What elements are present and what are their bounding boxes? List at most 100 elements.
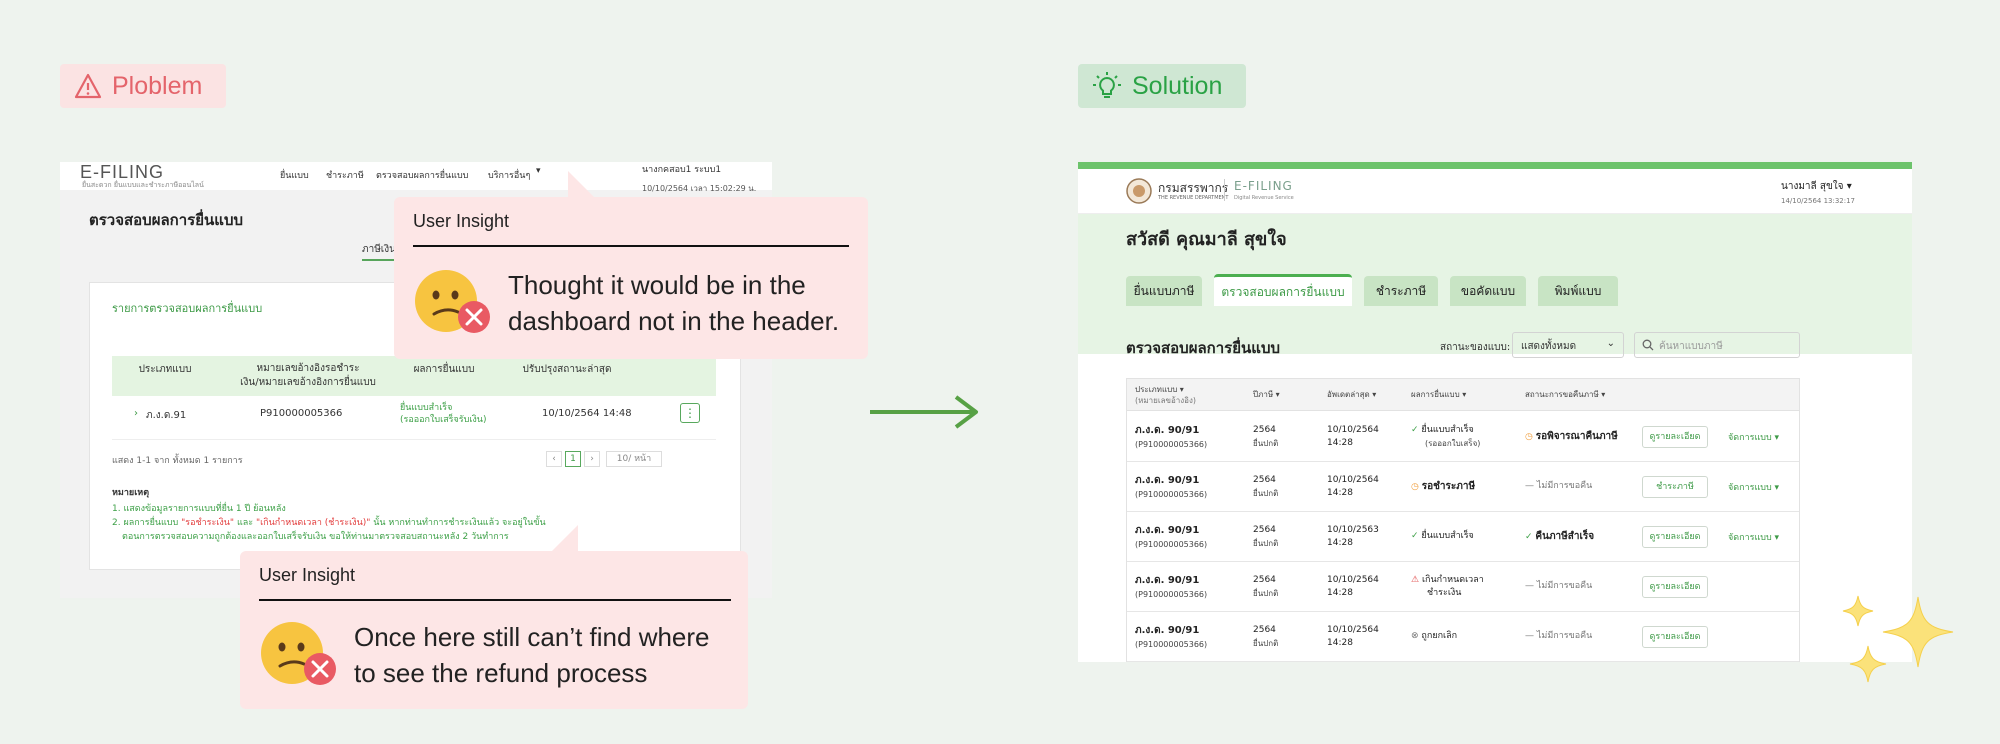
row-time: 14:28 xyxy=(1327,538,1353,548)
col-last-updated[interactable]: อัพเดตล่าสุด ▾ xyxy=(1327,389,1376,400)
old-user-name[interactable]: นางกคสอบ1 ระบบ1 xyxy=(642,162,721,176)
check-icon: ✓ xyxy=(1411,531,1419,541)
row-date: 10/10/2564 xyxy=(1327,475,1379,485)
row-year-value: 2564 xyxy=(1253,625,1276,635)
solution-tag: Solution xyxy=(1078,64,1246,108)
old-nav-check[interactable]: ตรวจสอบผลการยื่นแบบ xyxy=(376,168,468,182)
table-row[interactable]: ภ.ง.ด. 90/91 (P910000005366) 2564 ยื่นปกติ… xyxy=(1127,562,1799,612)
sparkle-icon xyxy=(1842,595,1954,683)
confused-face-icon xyxy=(261,622,336,685)
manage-form-dropdown[interactable]: จัดการแบบ ▾ xyxy=(1728,480,1779,494)
row-year-value: 2564 xyxy=(1253,425,1276,435)
tab-print-form[interactable]: พิมพ์แบบ xyxy=(1538,276,1618,306)
user-name[interactable]: นางมาลี สุขใจ ▾ xyxy=(1781,179,1852,194)
kebab-menu-icon[interactable]: ⋮ xyxy=(680,403,700,423)
user-name-text: นางมาลี สุขใจ xyxy=(1781,181,1844,192)
expand-chevron-icon[interactable]: › xyxy=(134,408,138,419)
col-filing-result[interactable]: ผลการยื่นแบบ ▾ xyxy=(1411,389,1466,400)
row-updated: 10/10/2564 14:28 xyxy=(1327,624,1379,650)
old-nav-file[interactable]: ยื่นแบบ xyxy=(280,168,309,182)
row-year: 2564 ยื่นปกติ xyxy=(1253,574,1278,601)
row-result-text: ยื่นแบบสำเร็จ xyxy=(1421,425,1474,435)
col-tax-year[interactable]: ปีภาษี ▾ xyxy=(1253,389,1280,400)
row-filing-type: ยื่นปกติ xyxy=(1253,489,1279,498)
old-note-2: 2. ผลการยื่นแบบ "รอชำระเงิน" และ "เกินกำ… xyxy=(112,515,546,529)
manage-form-dropdown[interactable]: จัดการแบบ ▾ xyxy=(1728,530,1779,544)
old-row-result-text: ยื่นแบบสำเร็จ xyxy=(400,403,453,413)
old-note-2c: และ xyxy=(234,518,256,528)
table-row[interactable]: ภ.ง.ด. 90/91 (P910000005366) 2564 ยื่นปกติ… xyxy=(1127,412,1799,462)
row-result-text: ยื่นแบบสำเร็จ xyxy=(1421,531,1474,541)
row-year: 2564 ยื่นปกติ xyxy=(1253,624,1278,651)
view-details-button[interactable]: ดูรายละเอียด xyxy=(1642,626,1708,648)
row-date: 10/10/2563 xyxy=(1327,525,1379,535)
old-table-header: ประเภทแบบ หมายเลขอ้างอิงรอชำระ เงิน/หมาย… xyxy=(112,356,716,396)
callout-tail xyxy=(568,171,594,197)
view-details-button[interactable]: ดูรายละเอียด xyxy=(1642,526,1708,548)
row-form: ภ.ง.ด. 90/91 (P910000005366) xyxy=(1135,474,1207,502)
old-datetime: 10/10/2564 เวลา 15:02:29 น. xyxy=(642,184,757,193)
prev-page-icon[interactable]: ‹ xyxy=(546,451,562,467)
manage-form-dropdown[interactable]: จัดการแบบ ▾ xyxy=(1728,430,1779,444)
row-refund: ✓ คืนภาษีสำเร็จ xyxy=(1525,530,1594,544)
tab-request-copy[interactable]: ขอคัดแบบ xyxy=(1450,276,1526,306)
row-updated: 10/10/2564 14:28 xyxy=(1327,574,1379,600)
row-result-text: เกินกำหนดเวลา xyxy=(1421,575,1484,585)
status-filter-label: สถานะของแบบ: xyxy=(1440,342,1511,353)
row-form-name: ภ.ง.ด. 90/91 xyxy=(1135,625,1200,636)
insight-1-divider xyxy=(413,245,849,247)
search-input[interactable]: ค้นหาแบบภาษี xyxy=(1634,332,1800,358)
row-filing-type: ยื่นปกติ xyxy=(1253,589,1279,598)
status-filter-select[interactable]: แสดงทั้งหมด ⌄ xyxy=(1512,332,1624,358)
row-result: ✓ ยื่นแบบสำเร็จ xyxy=(1411,530,1474,543)
section-title: ตรวจสอบผลการยื่นแบบ xyxy=(1126,339,1280,357)
row-time: 14:28 xyxy=(1327,588,1353,598)
tab-check-results[interactable]: ตรวจสอบผลการยื่นแบบ xyxy=(1214,274,1352,306)
row-year-value: 2564 xyxy=(1253,575,1276,585)
old-row-ref: P910000005366 xyxy=(260,408,343,419)
col-refund-status[interactable]: สถานะการขอคืนภาษี ▾ xyxy=(1525,389,1605,400)
chevron-down-icon: ▾ xyxy=(536,166,541,176)
table-row[interactable]: ภ.ง.ด. 90/91 (P910000005366) 2564 ยื่นปกติ… xyxy=(1127,512,1799,562)
row-ref: (P910000005366) xyxy=(1135,490,1208,499)
row-date: 10/10/2564 xyxy=(1327,425,1379,435)
pay-tax-button[interactable]: ชำระภาษี xyxy=(1642,476,1708,498)
chevron-down-icon: ⌄ xyxy=(1606,338,1615,349)
table-row[interactable]: ภ.ง.ด. 90/91 (P910000005366) 2564 ยื่นปกติ… xyxy=(1127,462,1799,512)
view-details-button[interactable]: ดูรายละเอียด xyxy=(1642,576,1708,598)
table-row[interactable]: ภ.ง.ด. 90/91 (P910000005366) 2564 ยื่นปกติ… xyxy=(1127,612,1799,662)
confused-face-icon xyxy=(415,270,490,333)
row-result: ⚠ เกินกำหนดเวลา ชำระเงิน xyxy=(1411,574,1484,600)
old-col-form: ประเภทแบบ xyxy=(138,364,192,375)
old-notes-heading: หมายเหตุ xyxy=(112,488,150,498)
tab-file-tax[interactable]: ยื่นแบบภาษี xyxy=(1126,276,1202,306)
search-placeholder: ค้นหาแบบภาษี xyxy=(1659,341,1723,352)
row-updated: 10/10/2564 14:28 xyxy=(1327,424,1379,450)
row-form-name: ภ.ง.ด. 90/91 xyxy=(1135,475,1200,486)
per-page-select[interactable]: 10/ หน้า xyxy=(606,451,662,467)
old-tab-income-tax[interactable]: ภาษีเงิน xyxy=(362,242,396,261)
solution-tag-label: Solution xyxy=(1132,71,1223,100)
col-form-type[interactable]: ประเภทแบบ ▾ xyxy=(1135,384,1184,395)
row-form: ภ.ง.ด. 90/91 (P910000005366) xyxy=(1135,624,1207,652)
page-number[interactable]: 1 xyxy=(565,451,581,467)
row-filing-type: ยื่นปกติ xyxy=(1253,539,1279,548)
old-nav-more[interactable]: บริการอื่นๆ xyxy=(488,168,530,182)
table-row[interactable]: › ภ.ง.ด.91 P910000005366 ยื่นแบบสำเร็จ (… xyxy=(112,396,716,440)
view-details-button[interactable]: ดูรายละเอียด xyxy=(1642,426,1708,448)
accent-bar xyxy=(1078,162,1912,169)
dash-icon: — xyxy=(1525,481,1534,491)
old-nav-pay[interactable]: ชำระภาษี xyxy=(326,168,364,182)
row-refund-text: ไม่มีการขอคืน xyxy=(1536,481,1593,491)
row-form: ภ.ง.ด. 90/91 (P910000005366) xyxy=(1135,574,1207,602)
row-year: 2564 ยื่นปกติ xyxy=(1253,524,1278,551)
old-note-2e: นั้น หากท่านทำการชำระเงินแล้ว จะอยู่ในขั… xyxy=(370,518,546,528)
check-icon: ✓ xyxy=(1525,532,1533,542)
old-col-result: ผลการยื่นแบบ xyxy=(413,364,475,375)
row-filing-type: ยื่นปกติ xyxy=(1253,439,1279,448)
next-page-icon[interactable]: › xyxy=(584,451,600,467)
cancel-circle-icon: ⊗ xyxy=(1411,631,1419,641)
tab-pay-tax[interactable]: ชำระภาษี xyxy=(1364,276,1438,306)
row-result: ⊗ ถูกยกเลิก xyxy=(1411,630,1457,643)
warning-triangle-icon: ⚠ xyxy=(1411,575,1420,585)
